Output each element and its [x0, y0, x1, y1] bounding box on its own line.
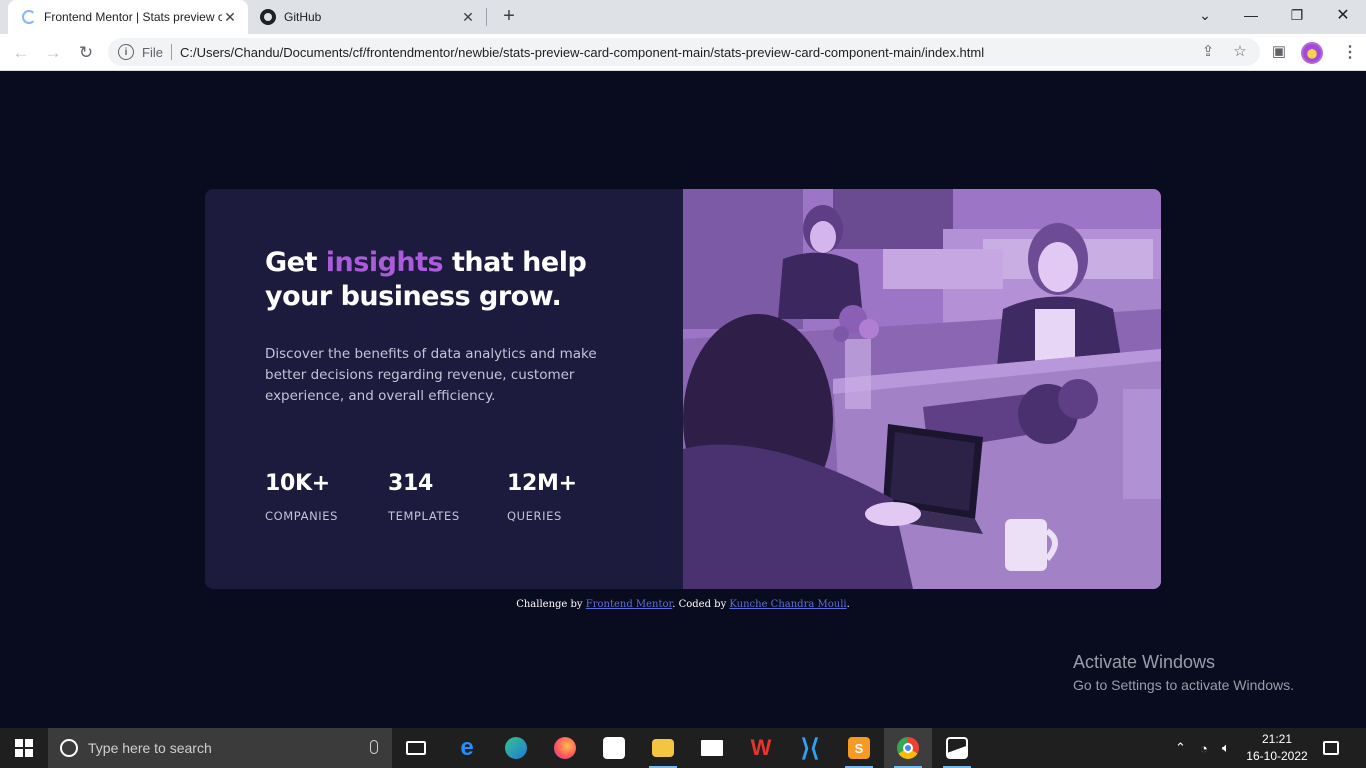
notifications-icon[interactable] [1323, 728, 1339, 768]
author-link[interactable]: Kunche Chandra Mouli [729, 599, 846, 610]
network-icon[interactable]: ◔ [1200, 728, 1208, 768]
taskbar-wps[interactable]: W [737, 728, 785, 768]
photos-icon [946, 737, 968, 759]
windows-logo-icon [15, 739, 33, 757]
taskbar-edge-legacy[interactable]: e [443, 728, 491, 768]
stat-templates: 314 TEMPLATES [388, 471, 460, 523]
browser-tab-strip: Frontend Mentor | Stats preview card com… [0, 0, 1366, 34]
card-content: Get insights that help your business gro… [205, 189, 683, 589]
mail-icon [701, 740, 723, 756]
attribution-middle: . Coded by [672, 599, 730, 610]
chrome-icon [897, 737, 919, 759]
activate-windows-watermark: Activate Windows Go to Settings to activ… [1073, 652, 1294, 693]
show-hidden-icons-chevron-icon[interactable]: ⌃ [1175, 728, 1186, 768]
office-photo-illustration [683, 189, 1161, 589]
microphone-icon[interactable] [370, 740, 378, 754]
attribution: Challenge by Frontend Mentor. Coded by K… [0, 599, 1366, 610]
watermark-subtitle: Go to Settings to activate Windows. [1073, 677, 1294, 693]
stats-preview-card: Get insights that help your business gro… [205, 189, 1161, 589]
search-placeholder: Type here to search [88, 740, 212, 756]
card-headline: Get insights that help your business gro… [265, 246, 605, 314]
clock-time: 21:21 [1261, 732, 1293, 746]
restore-button[interactable]: ❐ [1274, 0, 1320, 30]
new-tab-button[interactable]: + [498, 5, 520, 27]
taskbar-file-explorer[interactable] [639, 728, 687, 768]
browser-menu-icon[interactable]: ⋮ [1340, 40, 1360, 64]
taskbar-store[interactable] [590, 728, 638, 768]
stat-label: QUERIES [507, 509, 562, 523]
volume-icon[interactable]: 🔈︎ [1222, 728, 1230, 768]
stat-label: COMPANIES [265, 509, 339, 523]
tab-github[interactable]: GitHub ✕ [250, 0, 486, 34]
github-icon [260, 9, 276, 25]
address-bar[interactable]: i File C:/Users/Chandu/Documents/cf/fron… [108, 38, 1260, 66]
taskbar-search[interactable]: Type here to search [48, 728, 392, 768]
stat-companies: 10K+ COMPANIES [265, 471, 338, 523]
attribution-prefix: Challenge by [516, 599, 586, 610]
taskbar-clock[interactable]: 21:21 16-10-2022 [1244, 731, 1310, 765]
clock-date: 16-10-2022 [1246, 749, 1308, 763]
wps-office-icon: W [750, 735, 772, 760]
stat-value: 314 [388, 471, 434, 496]
url-text[interactable]: C:/Users/Chandu/Documents/cf/frontendmen… [180, 45, 984, 60]
address-divider [170, 44, 172, 60]
share-icon[interactable]: ⇪ [1197, 40, 1219, 62]
watermark-title: Activate Windows [1073, 652, 1216, 672]
loading-favicon-icon [22, 10, 36, 24]
vscode-icon: ⟩⟨ [800, 734, 820, 762]
taskbar-firefox[interactable] [541, 728, 589, 768]
edge-icon [505, 737, 527, 759]
bookmark-star-icon[interactable]: ☆ [1229, 40, 1251, 62]
browser-toolbar: ← → ↻ i File C:/Users/Chandu/Documents/c… [0, 34, 1366, 71]
sublime-text-icon: S [848, 737, 870, 759]
start-button[interactable] [0, 728, 48, 768]
stat-label: TEMPLATES [388, 509, 460, 523]
folder-icon [652, 739, 674, 757]
forward-arrow-icon[interactable]: → [40, 40, 66, 66]
headline-accent: insights [325, 247, 444, 278]
task-view-icon [406, 741, 426, 755]
tab-title: Frontend Mentor | Stats preview card com… [44, 10, 222, 24]
tab-search-chevron-icon[interactable]: ⌄ [1182, 0, 1228, 30]
back-arrow-icon[interactable]: ← [8, 40, 34, 66]
firefox-icon [554, 737, 576, 759]
profile-avatar[interactable] [1301, 42, 1323, 64]
taskbar-chrome[interactable] [884, 728, 932, 768]
card-image-office-team [683, 189, 1161, 589]
stat-value: 12M+ [507, 471, 577, 496]
taskbar-sublime[interactable]: S [835, 728, 883, 768]
side-panel-icon[interactable]: ▣ [1268, 40, 1290, 62]
windows-taskbar: Type here to search e W ⟩⟨ S ⌃ ◔ 🔈︎ 21:2… [0, 728, 1366, 768]
scheme-label: File [142, 44, 163, 60]
headline-prefix: Get [265, 247, 326, 278]
frontend-mentor-link[interactable]: Frontend Mentor [586, 599, 672, 610]
taskbar-vscode[interactable]: ⟩⟨ [786, 728, 834, 768]
search-icon [60, 739, 78, 757]
store-icon [603, 737, 625, 759]
card-description: Discover the benefits of data analytics … [265, 346, 597, 404]
stat-queries: 12M+ QUERIES [507, 471, 577, 523]
page-viewport: Get insights that help your business gro… [0, 71, 1366, 728]
tab-separator [486, 8, 487, 26]
reload-icon[interactable]: ↻ [73, 40, 99, 66]
taskbar-edge[interactable] [492, 728, 540, 768]
close-tab-icon[interactable]: ✕ [460, 9, 476, 25]
attribution-suffix: . [846, 599, 850, 610]
minimize-button[interactable]: — [1228, 0, 1274, 30]
taskbar-mail[interactable] [688, 728, 736, 768]
close-window-button[interactable]: ✕ [1320, 0, 1366, 30]
close-tab-icon[interactable]: ✕ [222, 9, 238, 25]
tab-title: GitHub [284, 10, 322, 24]
taskbar-photos[interactable] [933, 728, 981, 768]
task-view-button[interactable] [392, 728, 440, 768]
info-icon[interactable]: i [118, 44, 134, 60]
stat-value: 10K+ [265, 471, 330, 496]
tab-frontend-mentor[interactable]: Frontend Mentor | Stats preview card com… [8, 0, 248, 34]
edge-legacy-icon: e [460, 734, 474, 761]
